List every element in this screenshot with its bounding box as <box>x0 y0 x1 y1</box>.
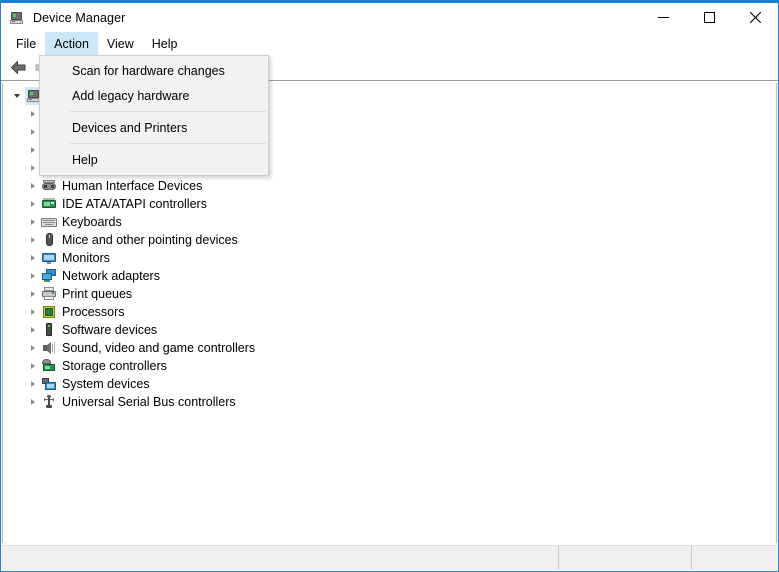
chevron-right-icon[interactable] <box>25 303 41 321</box>
chevron-right-icon[interactable] <box>25 231 41 249</box>
system-device-icon <box>41 376 57 392</box>
menu-item-help[interactable]: Help <box>40 147 268 172</box>
computer-icon <box>9 10 25 26</box>
menu-item-add-legacy-hardware[interactable]: Add legacy hardware <box>40 83 268 108</box>
tree-node-label: Print queues <box>62 287 133 301</box>
chevron-right-icon[interactable] <box>25 177 41 195</box>
tree-row-processors[interactable]: Processors <box>3 303 776 321</box>
close-button[interactable] <box>732 3 778 32</box>
menu-separator <box>70 143 266 144</box>
menu-item-scan-for-hardware-changes[interactable]: Scan for hardware changes <box>40 58 268 83</box>
menu-bar: File Action View Help <box>1 32 778 55</box>
tree-row-keyboards[interactable]: Keyboards <box>3 213 776 231</box>
menu-file[interactable]: File <box>7 32 45 55</box>
minimize-button[interactable] <box>640 3 686 32</box>
tree-row-system-devices[interactable]: System devices <box>3 375 776 393</box>
chevron-right-icon[interactable] <box>25 375 41 393</box>
menu-separator <box>70 111 266 112</box>
tree-node-label: Software devices <box>62 323 158 337</box>
status-bar <box>2 545 777 570</box>
mouse-icon <box>41 232 57 248</box>
window-title: Device Manager <box>33 10 126 25</box>
device-manager-window: Device Manager File Action View Help Hum… <box>0 0 779 572</box>
chevron-right-icon[interactable] <box>25 213 41 231</box>
tree-row-mice-and-other-pointing-devices[interactable]: Mice and other pointing devices <box>3 231 776 249</box>
action-dropdown-menu: Scan for hardware changes Add legacy har… <box>39 55 269 176</box>
keyboard-icon <box>41 214 57 230</box>
software-device-icon <box>41 322 57 338</box>
speaker-icon <box>41 340 57 356</box>
tree-node-label: Human Interface Devices <box>62 179 203 193</box>
usb-icon <box>41 394 57 410</box>
chevron-down-icon[interactable] <box>9 87 25 105</box>
tree-node-label: Storage controllers <box>62 359 167 373</box>
menu-action[interactable]: Action <box>45 32 98 55</box>
tree-row-storage-controllers[interactable]: Storage controllers <box>3 357 776 375</box>
tree-row-ide-ata-atapi-controllers[interactable]: IDE ATA/ATAPI controllers <box>3 195 776 213</box>
monitor-icon <box>41 250 57 266</box>
tree-node-label: Processors <box>62 305 125 319</box>
tree-node-label: Mice and other pointing devices <box>62 233 238 247</box>
close-icon <box>749 12 761 23</box>
tree-row-universal-serial-bus-controllers[interactable]: Universal Serial Bus controllers <box>3 393 776 411</box>
network-adapter-icon <box>41 268 57 284</box>
tree-node-label: Universal Serial Bus controllers <box>62 395 236 409</box>
gamepad-icon <box>41 178 57 194</box>
tree-node-label: System devices <box>62 377 150 391</box>
menu-view[interactable]: View <box>98 32 143 55</box>
tree-row-sound-video-and-game-controllers[interactable]: Sound, video and game controllers <box>3 339 776 357</box>
storage-controller-icon <box>41 358 57 374</box>
tree-row-print-queues[interactable]: Print queues <box>3 285 776 303</box>
tree-node-label: Keyboards <box>62 215 122 229</box>
chevron-right-icon[interactable] <box>25 195 41 213</box>
tree-node-label: IDE ATA/ATAPI controllers <box>62 197 207 211</box>
title-bar[interactable]: Device Manager <box>1 3 778 32</box>
chevron-right-icon[interactable] <box>25 285 41 303</box>
chevron-right-icon[interactable] <box>25 339 41 357</box>
maximize-icon <box>703 12 715 23</box>
caption-button-group <box>640 3 778 32</box>
processor-icon <box>41 304 57 320</box>
tree-node-label: Sound, video and game controllers <box>62 341 256 355</box>
status-pane-3 <box>692 546 777 570</box>
tree-node-label: Network adapters <box>62 269 160 283</box>
ide-controller-icon <box>41 196 57 212</box>
tree-row-network-adapters[interactable]: Network adapters <box>3 267 776 285</box>
chevron-right-icon[interactable] <box>25 249 41 267</box>
maximize-button[interactable] <box>686 3 732 32</box>
menu-item-devices-and-printers[interactable]: Devices and Printers <box>40 115 268 140</box>
tree-row-human-interface-devices[interactable]: Human Interface Devices <box>3 177 776 195</box>
chevron-right-icon[interactable] <box>25 321 41 339</box>
back-icon <box>10 61 25 74</box>
status-pane-1 <box>2 546 559 570</box>
minimize-icon <box>657 17 669 18</box>
printer-icon <box>41 286 57 302</box>
tree-node-label: Monitors <box>62 251 110 265</box>
tree-row-software-devices[interactable]: Software devices <box>3 321 776 339</box>
back-button[interactable] <box>6 57 30 79</box>
tree-row-monitors[interactable]: Monitors <box>3 249 776 267</box>
menu-help[interactable]: Help <box>143 32 187 55</box>
chevron-right-icon[interactable] <box>25 393 41 411</box>
chevron-right-icon[interactable] <box>25 357 41 375</box>
status-pane-2 <box>559 546 692 570</box>
chevron-right-icon[interactable] <box>25 267 41 285</box>
